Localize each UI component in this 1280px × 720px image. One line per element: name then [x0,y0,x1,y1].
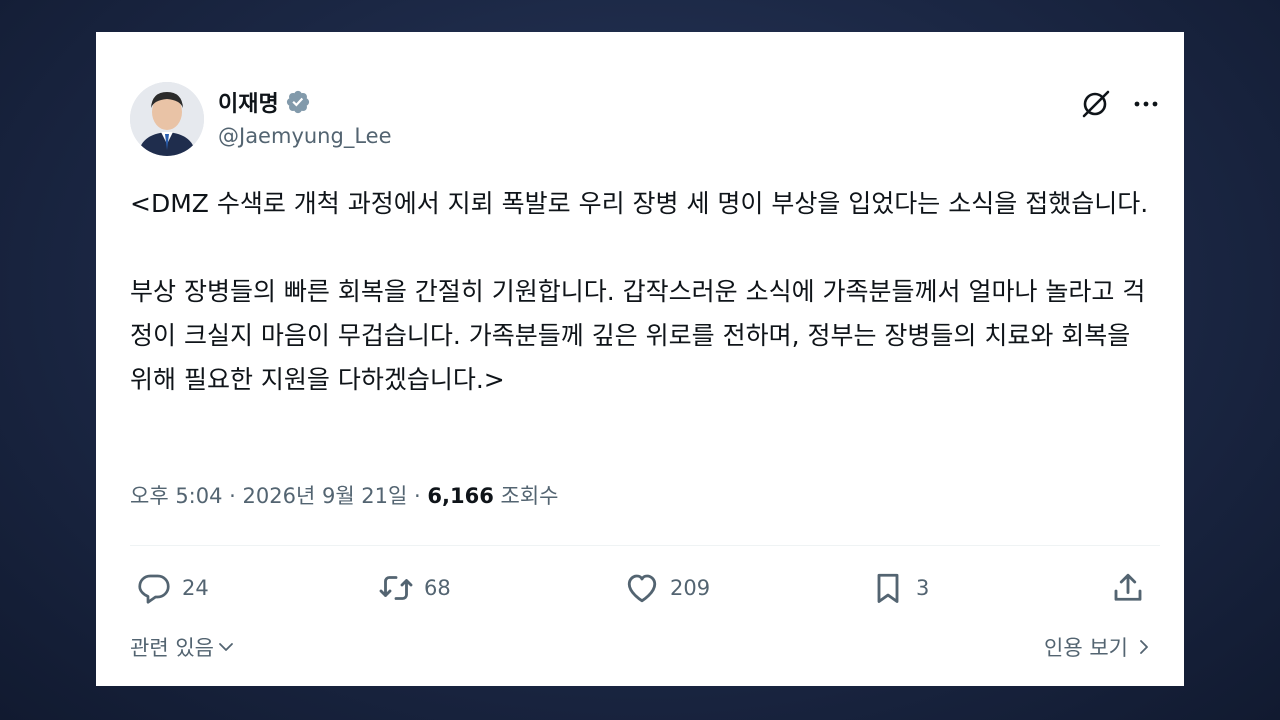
repost-button[interactable]: 68 [378,570,451,606]
meta-separator: · [222,484,243,508]
view-quotes-link[interactable]: 인용 보기 [1044,632,1154,662]
bookmark-icon [877,573,899,603]
views-count: 6,166 [427,484,494,508]
tweet-paragraph-1: <DMZ 수색로 개척 과정에서 지뢰 폭발로 우리 장병 세 명이 부상을 입… [130,189,1149,218]
avatar[interactable] [130,82,204,156]
tweet-date[interactable]: 2026년 9월 21일 [243,484,408,508]
reply-icon [138,574,170,604]
bookmark-button[interactable]: 3 [870,570,929,606]
chevron-right-icon [1140,640,1148,654]
related-label: 관련 있음 [130,636,214,660]
author-handle[interactable]: @Jaemyung_Lee [218,124,392,148]
share-icon [1114,573,1142,601]
name-row: 이재명 [218,86,311,118]
like-count: 209 [670,576,711,600]
tweet-text: <DMZ 수색로 개척 과정에서 지뢰 폭발로 우리 장병 세 명이 부상을 입… [130,182,1160,402]
views-label: 조회수 [500,484,559,508]
related-toggle[interactable]: 관련 있음 [130,632,236,662]
heart-icon [627,574,657,603]
tweet-paragraph-2: 부상 장병들의 빠른 회복을 간절히 기원합니다. 갑작스러운 소식에 가족분들… [130,277,1146,394]
quotes-label: 인용 보기 [1044,636,1128,660]
bookmark-count: 3 [916,576,930,600]
action-bar: 24 68 209 3 [130,570,1160,614]
repost-icon [379,576,413,600]
share-button[interactable] [1110,570,1146,606]
display-name[interactable]: 이재명 [218,86,279,118]
chevron-down-icon [219,643,233,651]
tweet-meta: 오후 5:04 · 2026년 9월 21일 · 6,166 조회수 [130,480,558,510]
divider [130,545,1160,546]
meta-separator-2: · [407,484,428,508]
tweet-card: 이재명 @Jaemyung_Lee <DMZ 수색로 개척 과정에서 지뢰 폭발… [96,32,1184,686]
reply-count: 24 [182,576,209,600]
more-options-icon[interactable] [1130,90,1162,118]
grok-icon[interactable] [1080,88,1112,120]
tweet-time[interactable]: 오후 5:04 [130,484,222,508]
tweet-header: 이재명 @Jaemyung_Lee [130,82,1160,158]
verified-badge-icon [285,89,311,115]
like-button[interactable]: 209 [624,570,710,606]
reply-button[interactable]: 24 [136,570,209,606]
repost-count: 68 [424,576,451,600]
